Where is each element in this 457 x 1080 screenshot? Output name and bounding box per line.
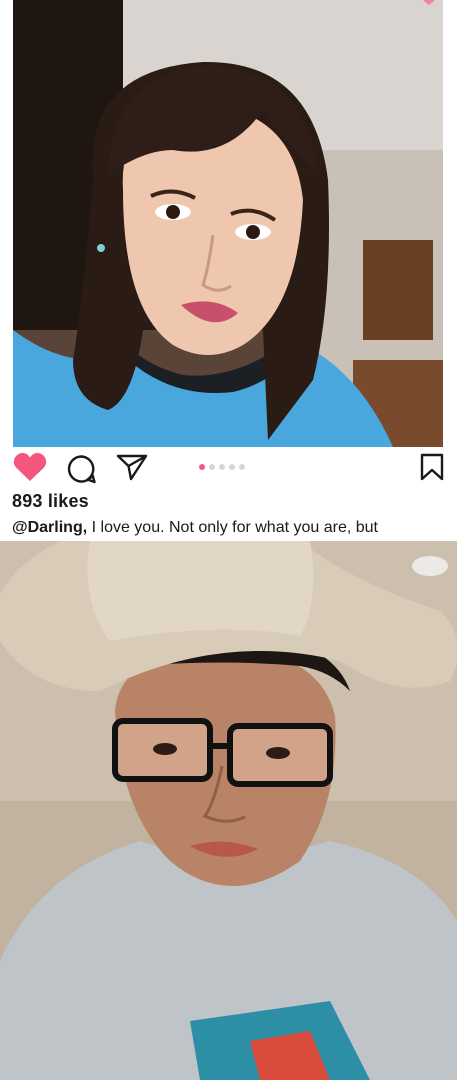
carousel-indicator [199,464,245,470]
paper-plane-icon[interactable] [116,453,148,481]
collage-screen: 893 likes @Darling, I love you. Not only… [0,0,457,1080]
carousel-dot [209,464,215,470]
likes-count[interactable]: 893 likes [12,491,89,512]
carousel-dot [219,464,225,470]
caption-text: I love you. Not only for what you are, b… [87,519,378,536]
post-photo[interactable] [13,0,443,447]
carousel-dot [229,464,235,470]
caption-username[interactable]: @Darling, [12,519,87,536]
heart-icon[interactable] [13,452,47,482]
second-photo[interactable] [0,541,457,1080]
post-action-bar [0,447,457,487]
bookmark-icon[interactable] [420,453,444,481]
carousel-dot [239,464,245,470]
post-caption: @Darling, I love you. Not only for what … [12,519,452,537]
comment-icon[interactable] [66,454,97,484]
carousel-dot-active [199,464,205,470]
